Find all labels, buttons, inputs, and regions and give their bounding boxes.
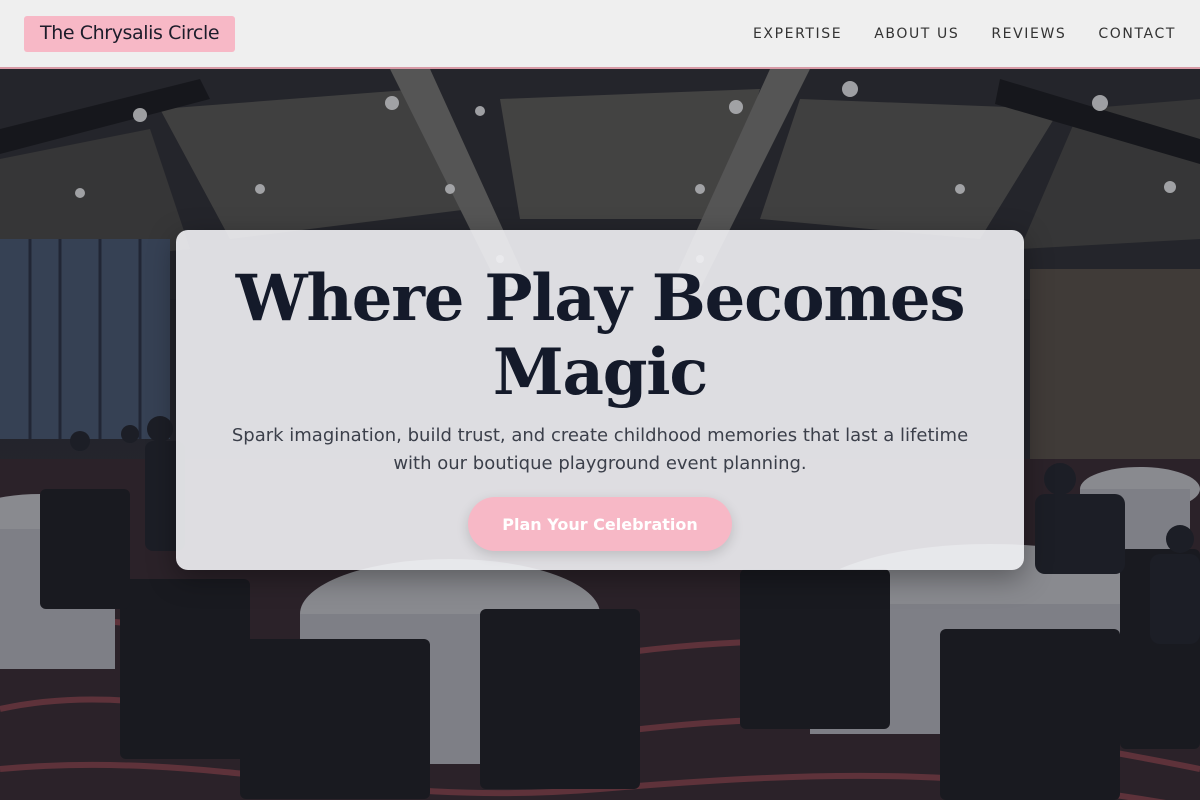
site-logo[interactable]: The Chrysalis Circle: [24, 15, 236, 52]
hero-subheadline: Spark imagination, build trust, and crea…: [231, 425, 969, 474]
main-nav: EXPERTISE ABOUT US REVIEWS CONTACT: [753, 26, 1176, 42]
nav-link-about-us[interactable]: ABOUT US: [874, 26, 959, 42]
nav-link-expertise[interactable]: EXPERTISE: [753, 26, 842, 42]
hero-headline: Where Play Becomes Magic: [235, 261, 966, 410]
nav-link-contact[interactable]: CONTACT: [1098, 26, 1176, 42]
site-header: The Chrysalis Circle EXPERTISE ABOUT US …: [0, 0, 1200, 69]
nav-link-reviews[interactable]: REVIEWS: [991, 26, 1066, 42]
hero-card: Where Play Becomes Magic Spark imaginati…: [176, 230, 1024, 570]
hero-section: Where Play Becomes Magic Spark imaginati…: [0, 69, 1200, 800]
plan-celebration-button[interactable]: Plan Your Celebration: [468, 497, 732, 551]
